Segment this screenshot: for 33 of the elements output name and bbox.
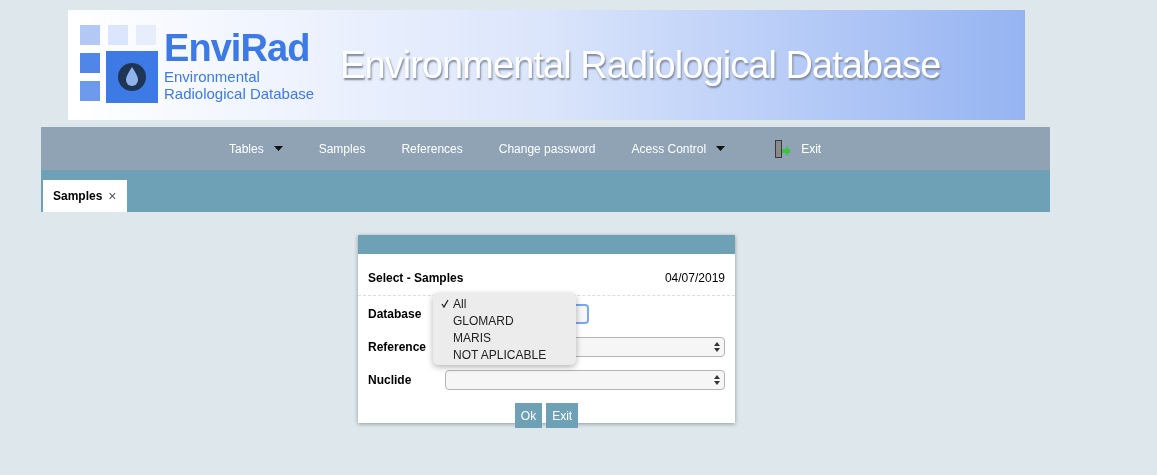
nav-label: Tables (229, 140, 264, 158)
field-label: Database (368, 305, 423, 323)
updown-arrows-icon (714, 374, 720, 385)
nav-link[interactable]: Samples (318, 139, 366, 158)
close-icon[interactable]: × (108, 185, 117, 207)
nav-label: Exit (801, 140, 822, 158)
caret-icon (716, 146, 726, 151)
nav-link[interactable]: References (401, 139, 463, 158)
nav-label: Acess Control (631, 140, 707, 158)
dialog-date: 04/07/2019 (664, 270, 725, 287)
caret-icon (273, 146, 283, 151)
logo-subtitle: Environmental (164, 69, 261, 84)
dropdown-option[interactable]: GLOMARD (433, 312, 576, 329)
banner-title: Environmental Radiological Database (340, 42, 941, 88)
dropdown-option[interactable]: All (433, 295, 576, 312)
door-exit-icon (773, 138, 792, 159)
updown-arrows-icon (714, 341, 720, 352)
exit-link[interactable]: Exit (773, 138, 822, 159)
tab[interactable]: Samples × (43, 180, 127, 212)
field-label: Nuclide (368, 371, 413, 389)
dropdown-option[interactable]: NOT APLICABLE (433, 346, 576, 363)
logo-title: EnviRad (164, 29, 311, 67)
logo-squares-icon (80, 25, 160, 105)
logo-subtitle: Radiological Database (164, 86, 315, 101)
nav-menu[interactable]: Acess Control (631, 139, 726, 158)
dialog-button[interactable]: Ok (514, 403, 543, 428)
field-label: Reference (368, 338, 428, 356)
dialog-title: Select - Samples (368, 270, 464, 287)
select-field[interactable] (445, 369, 725, 390)
nav-link[interactable]: Change password (498, 139, 596, 158)
dialog-button[interactable]: Exit (546, 403, 579, 428)
dropdown-option[interactable]: MARIS (433, 329, 576, 346)
nav-menu[interactable]: Tables (229, 139, 283, 158)
